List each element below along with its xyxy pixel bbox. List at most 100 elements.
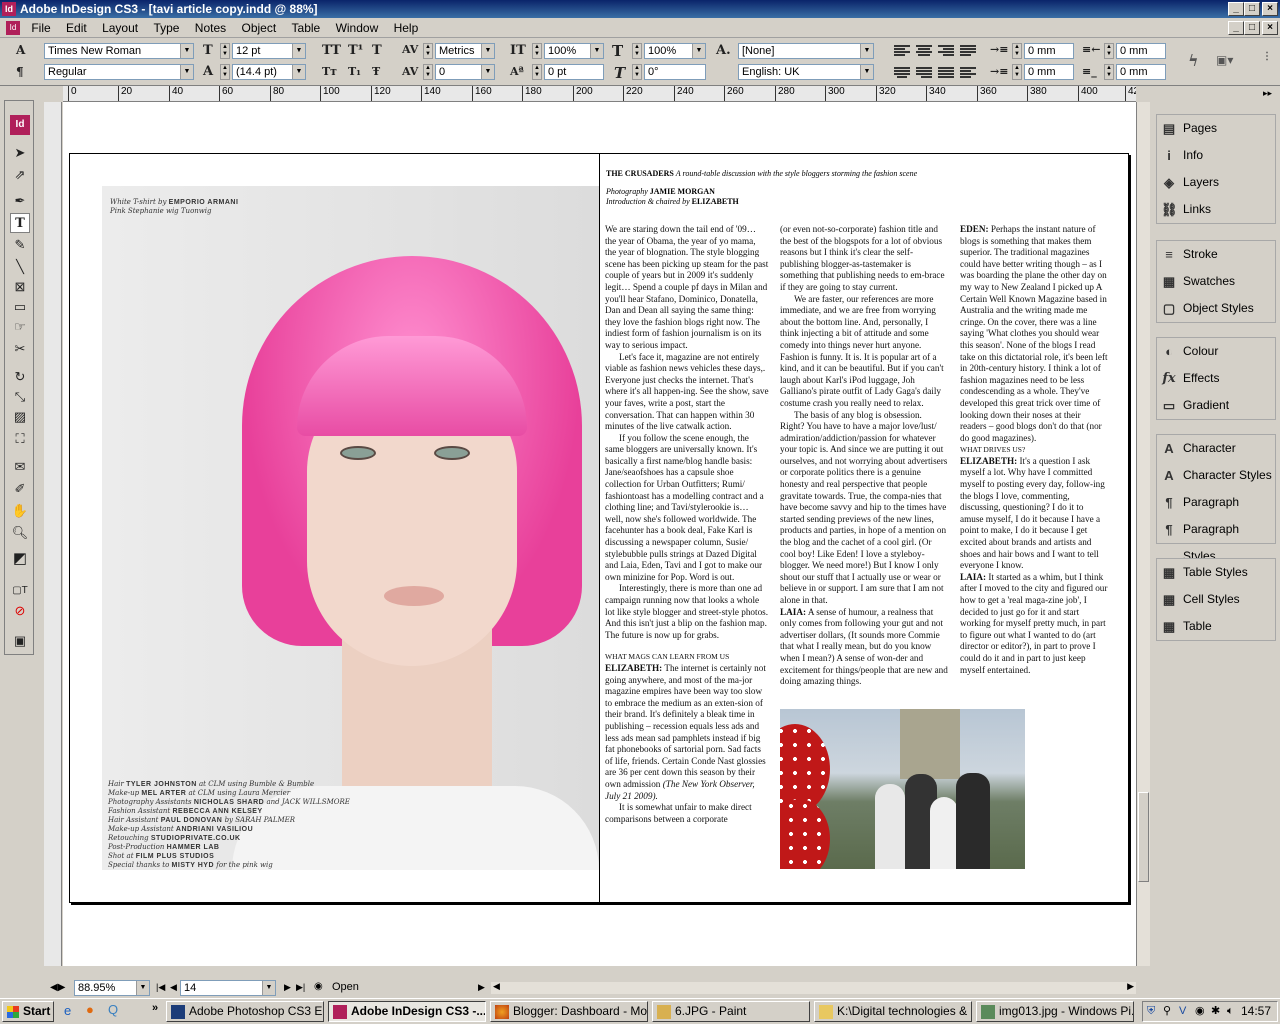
baseline-shift-field[interactable]: 0 pt — [544, 64, 604, 80]
font-size-field[interactable]: 12 pt ▼ — [232, 43, 306, 59]
first-line-indent-stepper[interactable]: ▲ ▼ — [1012, 64, 1022, 80]
all-caps-icon[interactable]: TT — [322, 43, 341, 58]
last-line-indent-field[interactable]: 0 mm — [1116, 64, 1166, 80]
gradient-tool-icon[interactable]: ▨ — [10, 407, 30, 427]
strikethrough-icon[interactable]: Ŧ — [372, 65, 380, 78]
skew-field[interactable]: 0° — [644, 64, 706, 80]
panel-links[interactable]: ⛓ Links — [1157, 196, 1275, 223]
scissors-tool-icon[interactable]: ✂ — [10, 339, 30, 359]
superscript-icon[interactable]: T¹ — [348, 43, 363, 58]
screen-mode-icon[interactable]: ▣ — [10, 631, 30, 651]
control-panel-menu-icon[interactable]: ⋮ — [1262, 51, 1272, 62]
collapse-panels-icon[interactable]: ▸▸ — [1263, 88, 1272, 99]
panel-swatches[interactable]: ▦ Swatches — [1157, 268, 1275, 295]
text-column-2[interactable]: (or even not-so-corporate) fashion title… — [780, 224, 948, 702]
kerning-select[interactable]: Metrics ▼ — [435, 43, 495, 59]
status-menu-icon[interactable]: ▶ — [478, 982, 485, 993]
page-spread[interactable]: White T-shirt by EMPORIO ARMANI Pink Ste… — [69, 153, 1129, 903]
firefox-icon[interactable]: ● — [86, 1002, 94, 1017]
pen-tool-icon[interactable]: ✒ — [10, 191, 30, 211]
subscript-icon[interactable]: T₁ — [348, 65, 361, 78]
start-button[interactable]: Start — [2, 1001, 54, 1022]
direct-selection-tool-icon[interactable]: ⇗ — [10, 165, 30, 185]
kerning-stepper[interactable]: ▲ ▼ — [423, 43, 433, 59]
menu-help[interactable]: Help — [388, 18, 425, 38]
scale-tool-icon[interactable]: ⤡ — [10, 387, 30, 407]
menu-table[interactable]: Table — [286, 18, 327, 38]
panel-table-styles[interactable]: ▦ Table Styles — [1157, 559, 1275, 586]
panel-info[interactable]: i Info — [1157, 142, 1275, 169]
rotate-tool-icon[interactable]: ↻ — [10, 367, 30, 387]
panel-pages[interactable]: ▤ Pages — [1157, 115, 1275, 142]
justify-all-icon[interactable] — [938, 66, 954, 80]
next-page-icon[interactable]: ▶ — [284, 982, 291, 993]
panel-cell-styles[interactable]: ▦ Cell Styles — [1157, 586, 1275, 613]
group-photo-frame[interactable] — [780, 709, 1025, 869]
font-style-select[interactable]: Regular ▼ — [44, 64, 194, 80]
doc-restore-button[interactable]: □ — [1244, 21, 1260, 35]
antivirus-icon[interactable]: V — [1179, 1002, 1186, 1021]
leading-stepper[interactable]: ▲ ▼ — [220, 64, 230, 80]
small-caps-icon[interactable]: Tт — [322, 65, 337, 78]
note-tool-icon[interactable]: ✉ — [10, 457, 30, 477]
vertical-scrollbar[interactable] — [1136, 102, 1150, 966]
menu-window[interactable]: Window — [330, 18, 385, 38]
article-byline[interactable]: Photography JAMIE MORGAN Introduction & … — [606, 187, 906, 207]
panel-gradient[interactable]: ▭ Gradient — [1157, 392, 1275, 419]
panel-character-styles[interactable]: A Character Styles — [1157, 462, 1275, 489]
vertical-scale-field[interactable]: 100% ▼ — [544, 43, 604, 59]
paragraph-mode-icon[interactable]: ¶ — [16, 65, 24, 79]
layout-toggle-icon[interactable]: ◀▶ — [50, 982, 65, 993]
panel-paragraph-styles[interactable]: ¶ Paragraph Styles — [1157, 516, 1275, 563]
right-indent-stepper[interactable]: ▲ ▼ — [1104, 43, 1114, 59]
scroll-right-icon[interactable]: ▶ — [1127, 981, 1134, 992]
page-field[interactable]: 14 ▼ — [180, 980, 276, 996]
task-photoshop[interactable]: Adobe Photoshop CS3 E... — [166, 1001, 324, 1022]
task-blogger[interactable]: Blogger: Dashboard - Mo... — [490, 1001, 648, 1022]
justify-right-icon[interactable] — [916, 66, 932, 80]
skew-stepper[interactable]: ▲ ▼ — [632, 64, 642, 80]
language-select[interactable]: English: UK ▼ — [738, 64, 874, 80]
indesign-app-icon[interactable]: Id — [2, 2, 16, 16]
first-page-icon[interactable]: |◀ — [156, 982, 165, 993]
align-center-icon[interactable] — [916, 44, 932, 58]
volume-icon[interactable]: 🔈︎ — [1227, 1002, 1234, 1021]
hand-tool-icon[interactable]: ✋ — [10, 501, 30, 521]
panel-colour[interactable]: ◐ Colour — [1157, 338, 1275, 365]
left-indent-field[interactable]: 0 mm — [1024, 43, 1074, 59]
close-button[interactable]: × — [1262, 2, 1278, 16]
font-family-select[interactable]: Times New Roman ▼ — [44, 43, 194, 59]
right-indent-field[interactable]: 0 mm — [1116, 43, 1166, 59]
pasteboard[interactable]: White T-shirt by EMPORIO ARMANI Pink Ste… — [63, 102, 1136, 966]
shield-icon[interactable]: ⛨ — [1147, 1002, 1155, 1021]
menu-notes[interactable]: Notes — [189, 18, 232, 38]
portrait-photo-frame[interactable]: White T-shirt by EMPORIO ARMANI Pink Ste… — [102, 186, 599, 870]
panel-object-styles[interactable]: ▢ Object Styles — [1157, 295, 1275, 322]
text-column-1[interactable]: We are staring down the tail end of '09…… — [605, 224, 769, 869]
horizontal-ruler[interactable]: 0 20 40 60 80 100 120 140 160 180 200 22… — [63, 86, 1136, 102]
left-indent-stepper[interactable]: ▲ ▼ — [1012, 43, 1022, 59]
align-spine-icon[interactable] — [960, 66, 976, 80]
panel-paragraph[interactable]: ¶ Paragraph — [1157, 489, 1275, 516]
menu-type[interactable]: Type — [147, 18, 185, 38]
fill-stroke-icon[interactable]: ◩ — [10, 549, 30, 569]
task-indesign[interactable]: Adobe InDesign CS3 -... — [328, 1001, 486, 1022]
type-tool-icon[interactable]: T — [10, 213, 30, 233]
scroll-left-icon[interactable]: ◀ — [493, 981, 500, 992]
lightning-icon[interactable]: ϟ — [1188, 51, 1199, 70]
pencil-tool-icon[interactable]: ✎ — [10, 235, 30, 255]
leading-field[interactable]: (14.4 pt) ▼ — [232, 64, 306, 80]
maximize-button[interactable]: □ — [1244, 2, 1260, 16]
panel-effects[interactable]: fx Effects — [1157, 365, 1275, 392]
panel-character[interactable]: A Character — [1157, 435, 1275, 462]
rectangle-tool-icon[interactable]: ▭ — [10, 297, 30, 317]
character-style-select[interactable]: [None] ▼ — [738, 43, 874, 59]
network-icon[interactable]: ⚲ — [1163, 1002, 1171, 1021]
doc-close-button[interactable]: × — [1262, 21, 1278, 35]
horizontal-scale-field[interactable]: 100% ▼ — [644, 43, 706, 59]
internet-explorer-icon[interactable]: e — [64, 1003, 71, 1018]
last-line-indent-stepper[interactable]: ▲ ▼ — [1104, 64, 1114, 80]
updates-icon[interactable]: ◉ — [1195, 1002, 1205, 1021]
panel-table[interactable]: ▦ Table — [1157, 613, 1275, 640]
vertical-scale-stepper[interactable]: ▲ ▼ — [532, 43, 542, 59]
